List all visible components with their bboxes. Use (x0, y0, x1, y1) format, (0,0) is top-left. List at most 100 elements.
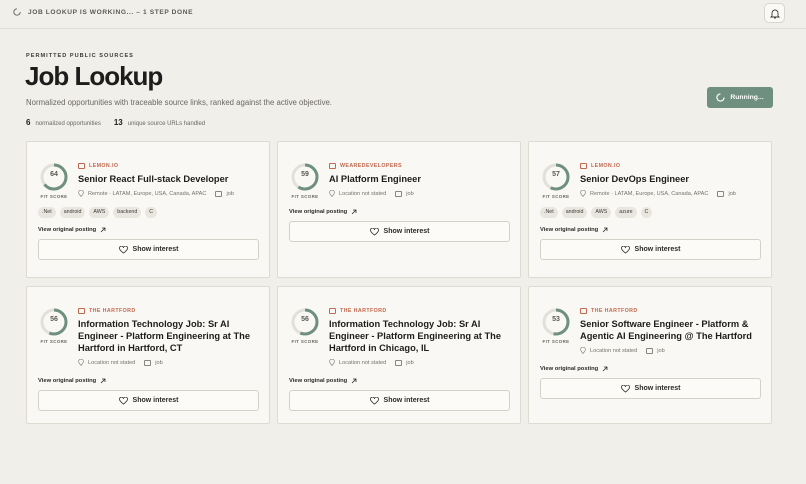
building-icon (580, 308, 587, 314)
heart-icon (620, 245, 630, 254)
job-title: AI Platform Engineer (329, 174, 421, 184)
location-pin-icon (580, 190, 586, 197)
job-card: 59 FIT SCORE WEAREDEVELOPERS AI Platform… (277, 141, 521, 278)
job-card: 64 FIT SCORE LEMON.IO Senior React Full-… (26, 141, 270, 278)
run-button[interactable]: Running... (707, 87, 773, 108)
job-card: 53 FIT SCORE THE HARTFORD Senior Softwar… (528, 286, 772, 424)
job-meta: Remote · LATAM, Europe, USA, Canada, APA… (78, 190, 263, 197)
job-card: 56 FIT SCORE THE HARTFORD Information Te… (277, 286, 521, 424)
source-name: LEMON.IO (591, 163, 621, 169)
skill-tag: .Net (540, 207, 558, 218)
fit-score-gauge: 59 FIT SCORE (290, 162, 320, 199)
external-link-icon (100, 227, 106, 233)
briefcase-icon (144, 359, 152, 366)
view-posting-label: View original posting (540, 366, 599, 372)
show-interest-button[interactable]: Show interest (38, 390, 259, 411)
external-link-icon (602, 366, 608, 372)
external-link-icon (100, 378, 106, 384)
job-type: job (406, 190, 414, 197)
notifications-button[interactable] (764, 3, 785, 23)
building-icon (580, 163, 587, 169)
job-title: Senior React Full-stack Developer (78, 174, 229, 184)
location-pin-icon (580, 347, 586, 354)
job-type: job (406, 359, 414, 366)
heart-icon (118, 396, 128, 405)
show-interest-label: Show interest (383, 228, 430, 235)
view-posting-label: View original posting (38, 227, 97, 233)
view-original-posting-link[interactable]: View original posting (289, 378, 357, 384)
run-button-label: Running... (730, 94, 764, 101)
source-label: THE HARTFORD (329, 308, 514, 314)
show-interest-label: Show interest (132, 397, 179, 404)
job-type: job (226, 190, 234, 197)
show-interest-button[interactable]: Show interest (289, 390, 510, 411)
view-original-posting-link[interactable]: View original posting (38, 227, 106, 233)
location-pin-icon (329, 359, 335, 366)
fit-score-label: FIT SCORE (291, 339, 319, 344)
fit-score-gauge: 64 FIT SCORE (39, 162, 69, 199)
skill-tag: backend (113, 207, 142, 218)
fit-score-value: 53 (552, 316, 560, 323)
job-title: Information Technology Job: Sr AI Engine… (329, 319, 502, 353)
fit-score-label: FIT SCORE (291, 194, 319, 199)
source-label: THE HARTFORD (78, 308, 263, 314)
bell-icon (769, 9, 780, 18)
heart-icon (369, 396, 379, 405)
fit-score-value: 59 (301, 171, 309, 178)
external-link-icon (351, 378, 357, 384)
skill-tags: .Net android AWS azure C (540, 207, 653, 218)
show-interest-label: Show interest (634, 246, 681, 253)
job-location: Remote · LATAM, Europe, USA, Canada, APA… (88, 190, 207, 197)
job-meta: Remote · LATAM, Europe, USA, Canada, APA… (580, 190, 765, 197)
show-interest-label: Show interest (634, 385, 681, 392)
briefcase-icon (215, 190, 223, 197)
status-indicator: JOB LOOKUP IS WORKING... – 1 STEP DONE (13, 8, 193, 16)
skill-tags: .Net android AWS backend C (38, 207, 158, 218)
building-icon (329, 163, 336, 169)
show-interest-button[interactable]: Show interest (38, 239, 259, 260)
heart-icon (118, 245, 128, 254)
show-interest-button[interactable]: Show interest (289, 221, 510, 242)
show-interest-label: Show interest (383, 397, 430, 404)
job-type: job (155, 359, 163, 366)
fit-score-gauge: 56 FIT SCORE (39, 307, 69, 344)
summary-stats: 6 normalized opportunities 13 unique sou… (26, 118, 205, 127)
source-name: THE HARTFORD (340, 308, 387, 314)
fit-score-value: 57 (552, 171, 560, 178)
view-original-posting-link[interactable]: View original posting (38, 378, 106, 384)
fit-score-value: 56 (50, 316, 58, 323)
fit-score-value: 56 (301, 316, 309, 323)
job-title: Senior DevOps Engineer (580, 174, 690, 184)
loading-spinner-icon (716, 93, 726, 102)
job-location: Location not stated (339, 359, 387, 366)
job-meta: Location not stated job (78, 359, 263, 366)
job-card: 56 FIT SCORE THE HARTFORD Information Te… (26, 286, 270, 424)
fit-score-gauge: 56 FIT SCORE (290, 307, 320, 344)
skill-tag: AWS (89, 207, 110, 218)
job-location: Location not stated (339, 190, 387, 197)
briefcase-icon (395, 190, 403, 197)
location-pin-icon (78, 359, 84, 366)
view-posting-label: View original posting (289, 209, 348, 215)
show-interest-button[interactable]: Show interest (540, 239, 761, 260)
fit-score-label: FIT SCORE (542, 194, 570, 199)
loading-spinner-icon (13, 8, 21, 16)
job-location: Location not stated (590, 347, 638, 354)
view-original-posting-link[interactable]: View original posting (540, 366, 608, 372)
show-interest-button[interactable]: Show interest (540, 378, 761, 399)
page-subtitle: Normalized opportunities with traceable … (26, 98, 332, 107)
heart-icon (369, 227, 379, 236)
fit-score-value: 64 (50, 171, 58, 178)
skill-tag: android (561, 207, 588, 218)
view-original-posting-link[interactable]: View original posting (540, 227, 608, 233)
view-original-posting-link[interactable]: View original posting (289, 209, 357, 215)
building-icon (78, 308, 85, 314)
skill-tag: azure (615, 207, 637, 218)
urls-count: 13 (113, 118, 123, 127)
fit-score-gauge: 53 FIT SCORE (541, 307, 571, 344)
fit-score-label: FIT SCORE (40, 339, 68, 344)
opportunities-count: 6 (26, 118, 31, 127)
briefcase-icon (717, 190, 725, 197)
source-name: THE HARTFORD (591, 308, 638, 314)
job-meta: Location not stated job (329, 359, 514, 366)
